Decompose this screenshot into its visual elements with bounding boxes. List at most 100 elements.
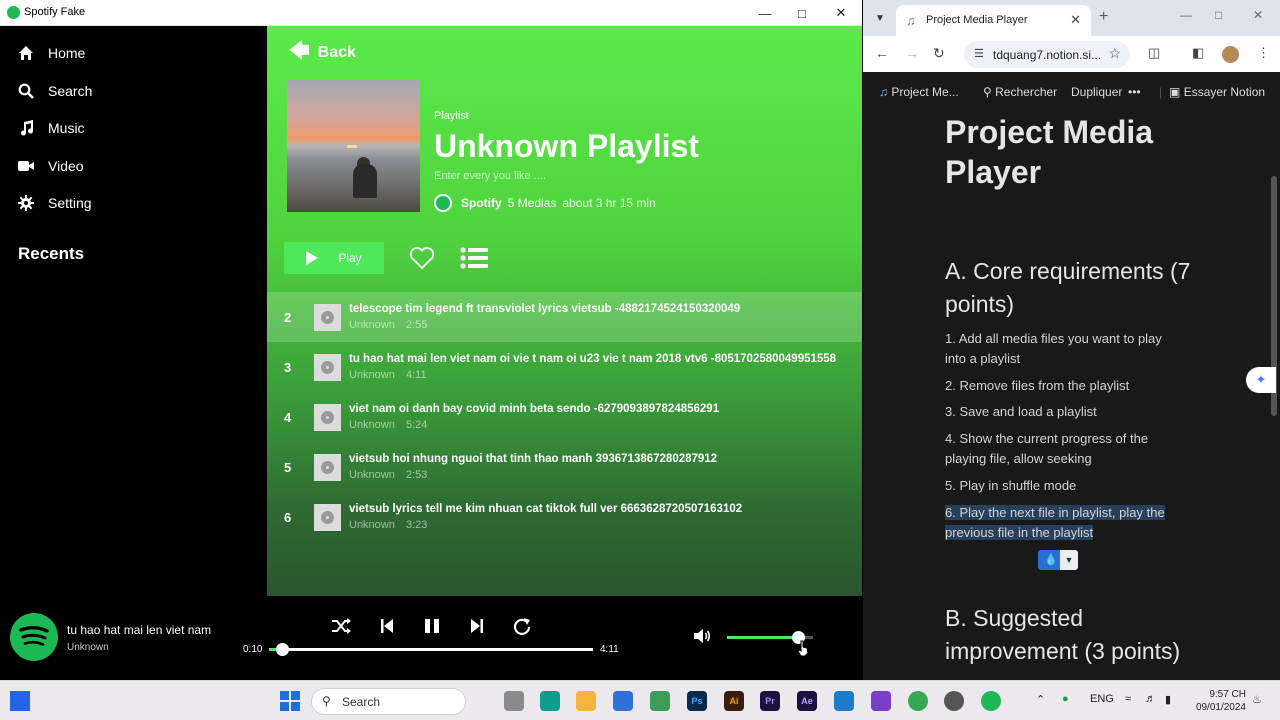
close-button[interactable]: ✕ xyxy=(821,0,861,26)
notion-page: Project Media Player A. Core requirement… xyxy=(863,112,1280,680)
premiere-icon[interactable]: Pr xyxy=(760,691,780,711)
reload-icon[interactable]: ↻ xyxy=(933,45,945,62)
photoshop-icon[interactable]: Ps xyxy=(687,691,707,711)
profile-avatar[interactable] xyxy=(1222,46,1239,63)
playlist-meta: Spotify 5 Medias about 3 hr 15 min xyxy=(434,194,656,212)
edge-icon[interactable] xyxy=(540,691,560,711)
track-duration: 4:11 xyxy=(406,369,427,381)
notion-search-button[interactable]: ⚲ Rechercher xyxy=(983,85,1057,99)
spotify-taskbar-icon[interactable] xyxy=(981,691,1001,711)
playlist-cover xyxy=(287,79,420,212)
requirement-item: 4. Show the current progress of the play… xyxy=(945,431,1149,466)
store-icon[interactable] xyxy=(613,691,633,711)
playlist-view: 🡄 Back Playlist Unknown Playlist Enter e… xyxy=(267,26,862,596)
selected-text: 6. Play the next file in playlist, play … xyxy=(945,505,1165,540)
track-title: tu hao hat mai len viet nam oi vie t nam… xyxy=(349,353,837,365)
illustrator-icon[interactable]: Ai xyxy=(724,691,744,711)
track-number: 2 xyxy=(284,310,292,325)
notification-bell-icon[interactable]: ♨ xyxy=(1252,693,1262,706)
battery-icon[interactable]: ▮ xyxy=(1165,693,1171,706)
previous-icon[interactable] xyxy=(376,616,398,636)
extensions-icon[interactable]: ◫ xyxy=(1148,45,1160,61)
browser-close-button[interactable]: ✕ xyxy=(1253,8,1263,22)
track-row[interactable]: 2 telescope tim legend ft transviolet ly… xyxy=(267,292,862,342)
try-notion-link[interactable]: ▣ Essayer Notion xyxy=(1169,85,1265,99)
next-icon[interactable] xyxy=(466,616,488,636)
seek-handle[interactable] xyxy=(275,643,289,656)
nav-video[interactable]: Video xyxy=(18,154,84,178)
track-number: 6 xyxy=(284,510,292,525)
tab-search-button[interactable]: ▼ xyxy=(871,9,889,27)
pause-icon[interactable] xyxy=(421,616,443,636)
chevron-down-icon[interactable]: ▼ xyxy=(1060,550,1078,570)
window-title: Spotify Fake xyxy=(24,6,86,18)
nav-setting-label: Setting xyxy=(48,195,92,211)
notepad-icon[interactable] xyxy=(650,691,670,711)
widgets-icon[interactable] xyxy=(10,691,30,711)
vscode-icon[interactable] xyxy=(834,691,854,711)
track-number: 5 xyxy=(284,460,292,475)
nav-setting[interactable]: Setting xyxy=(18,191,92,215)
track-row[interactable]: 5 vietsub hoi nhung nguoi that tinh thao… xyxy=(267,442,862,492)
heart-icon[interactable] xyxy=(409,246,435,270)
page-title: Project Media Player xyxy=(945,114,1154,190)
wifi-icon[interactable]: ≈ xyxy=(1125,693,1131,705)
notion-page-link[interactable]: ♫ Project Me... xyxy=(879,85,959,99)
browser-maximize-button[interactable]: □ xyxy=(1215,8,1222,22)
microphone-icon[interactable]: ● xyxy=(1062,693,1069,705)
track-title: viet nam oi danh bay covid minh beta sen… xyxy=(349,403,720,415)
new-tab-button[interactable]: + xyxy=(1099,8,1108,26)
obs-icon[interactable] xyxy=(944,691,964,711)
elapsed-time: 0:10 xyxy=(243,644,263,655)
nav-music[interactable]: Music xyxy=(18,116,85,140)
highlight-color-button[interactable]: 💧 ▼ xyxy=(1038,550,1078,570)
playlist-description: Enter every you like .... xyxy=(434,170,546,182)
nav-home[interactable]: Home xyxy=(18,41,85,65)
file-explorer-icon[interactable] xyxy=(576,691,596,711)
notion-duplicate-button[interactable]: Dupliquer xyxy=(1071,85,1122,99)
bookmark-star-icon[interactable]: ☆ xyxy=(1108,45,1121,62)
tab-strip: ▼ ♫ Project Media Player ✕ + — □ ✕ xyxy=(863,0,1280,36)
seek-slider[interactable] xyxy=(269,643,593,656)
browser-menu-icon[interactable]: ⋮ xyxy=(1257,45,1270,61)
play-button[interactable]: Play xyxy=(284,242,384,274)
playlist-owner: Spotify xyxy=(461,196,502,210)
shuffle-icon[interactable] xyxy=(330,616,352,636)
track-row[interactable]: 3 tu hao hat mai len viet nam oi vie t n… xyxy=(267,342,862,392)
system-clock[interactable]: 9:57 CH 09/01/2024 xyxy=(1188,688,1246,714)
repeat-icon[interactable] xyxy=(511,616,533,636)
droplet-icon: 💧 xyxy=(1044,554,1058,566)
nav-search[interactable]: Search xyxy=(18,79,92,103)
nav-search-label: Search xyxy=(48,83,93,99)
minimize-button[interactable]: — xyxy=(745,0,785,26)
windows-start-icon[interactable] xyxy=(280,691,300,711)
nav-home-label: Home xyxy=(48,45,86,61)
forward-arrow-icon[interactable]: → xyxy=(905,45,919,61)
maximize-button[interactable]: □ xyxy=(782,0,822,26)
back-button[interactable]: 🡄 Back xyxy=(289,36,356,70)
taskbar-search[interactable]: ⚲ Search xyxy=(311,688,466,715)
tab-project-media-player[interactable]: ♫ Project Media Player ✕ xyxy=(896,5,1091,36)
back-arrow-icon[interactable]: ← xyxy=(875,45,889,61)
side-panel-icon[interactable]: ◧ xyxy=(1192,45,1204,61)
track-row[interactable]: 6 vietsub lyrics tell me kim nhuan cat t… xyxy=(267,492,862,542)
taskbar-search-label: Search xyxy=(342,695,381,709)
list-icon[interactable] xyxy=(460,247,488,269)
speaker-icon[interactable]: ♬ xyxy=(1145,693,1156,705)
notion-more-button[interactable]: ••• xyxy=(1128,85,1141,99)
address-bar[interactable]: ☰ tdquang7.notion.si... ☆ xyxy=(964,41,1130,68)
chrome-icon[interactable] xyxy=(908,691,928,711)
volume-slider[interactable] xyxy=(727,631,813,644)
browser-minimize-button[interactable]: — xyxy=(1180,8,1192,22)
task-view-icon[interactable] xyxy=(504,691,524,711)
language-indicator[interactable]: ENG xyxy=(1090,693,1114,705)
chevron-up-icon[interactable]: ⌃ xyxy=(1036,693,1045,706)
assistant-icon[interactable]: ✦ xyxy=(1246,367,1276,393)
play-label: Play xyxy=(338,251,362,265)
after-effects-icon[interactable]: Ae xyxy=(797,691,817,711)
close-tab-icon[interactable]: ✕ xyxy=(1070,12,1081,28)
visual-studio-icon[interactable] xyxy=(871,691,891,711)
volume-icon[interactable] xyxy=(693,628,711,644)
track-row[interactable]: 4 viet nam oi danh bay covid minh beta s… xyxy=(267,392,862,442)
site-info-icon[interactable]: ☰ xyxy=(974,47,984,60)
